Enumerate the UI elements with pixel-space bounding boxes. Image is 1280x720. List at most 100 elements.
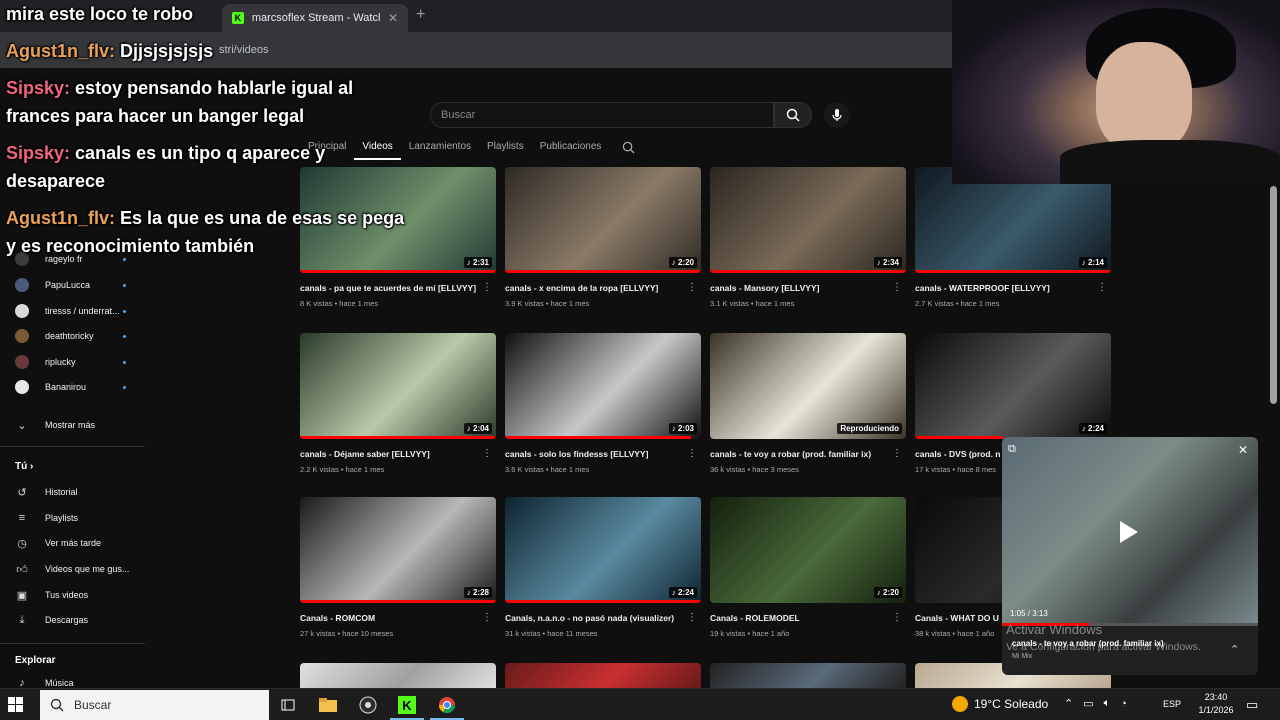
miniplayer-subtitle: Mi Mix — [1012, 653, 1033, 660]
more-options-icon[interactable]: ⋮ — [892, 282, 902, 293]
video-title[interactable]: Canals - ROMCOM — [300, 613, 480, 623]
more-options-icon[interactable]: ⋮ — [687, 282, 697, 293]
chevron-up-icon[interactable]: ⌃ — [1230, 643, 1239, 656]
tab-lanzamientos[interactable]: Lanzamientos — [401, 140, 479, 160]
play-icon[interactable] — [1120, 521, 1138, 543]
video-thumbnail[interactable] — [710, 663, 906, 688]
file-explorer-icon[interactable] — [316, 693, 340, 717]
search-input[interactable]: Buscar — [430, 102, 774, 128]
video-thumbnail[interactable]: ♪ 2:24 — [915, 333, 1111, 439]
taskbar-search[interactable]: Buscar — [40, 690, 269, 720]
video-card[interactable] — [505, 663, 701, 688]
section-you[interactable]: Tú › — [15, 461, 33, 472]
channel-tabs: Principal Videos Lanzamientos Playlists Publ… — [300, 140, 609, 160]
task-view-icon[interactable] — [276, 693, 300, 717]
more-options-icon[interactable]: ⋮ — [892, 612, 902, 623]
video-card[interactable]: ♪ 2:20 Canals - ROLEMODEL 19 k vistas • ha… — [710, 497, 906, 647]
obs-icon[interactable] — [356, 693, 380, 717]
more-options-icon[interactable]: ⋮ — [1097, 282, 1107, 293]
video-title[interactable]: canals - te voy a robar (prod. familiar … — [710, 449, 890, 459]
sidebar-item-deathtoricky[interactable]: deathtoricky — [0, 324, 150, 348]
video-card[interactable] — [710, 663, 906, 688]
video-card[interactable]: Reproduciendo canals - te voy a robar (pr… — [710, 333, 906, 483]
sidebar-item-tiresss-underrat-[interactable]: tiresss / underrat... — [0, 299, 150, 323]
video-card[interactable]: ♪ 2:04 canals - Déjame saber [ELLVYY] 2.2 … — [300, 333, 496, 483]
sidebar-item-ver-m-s-tarde[interactable]: ◷ Ver más tarde — [0, 531, 150, 555]
video-card[interactable]: ♪ 2:20 canals - x encima de la ropa [ELLV… — [505, 167, 701, 317]
sidebar-item-riplucky[interactable]: riplucky — [0, 350, 150, 374]
sidebar-item-videos-que-me-gus-[interactable]: 👍︎ Videos que me gus... — [0, 557, 150, 581]
more-options-icon[interactable]: ⋮ — [687, 448, 697, 459]
more-options-icon[interactable]: ⋮ — [892, 448, 902, 459]
tab-playlists[interactable]: Playlists — [479, 140, 532, 160]
video-title[interactable]: canals - Déjame saber [ELLVYY] — [300, 449, 480, 459]
sidebar-item-tus-videos[interactable]: ▣ Tus videos — [0, 583, 150, 607]
video-thumbnail[interactable]: ♪ 2:03 — [505, 333, 701, 439]
video-title[interactable]: canals - Mansory [ELLVYY] — [710, 283, 890, 293]
video-card[interactable]: ♪ 2:14 canals - WATERPROOF [ELLVYY] 2.7 K … — [915, 167, 1111, 317]
tab-videos[interactable]: Videos — [354, 140, 401, 160]
tab-publicaciones[interactable]: Publicaciones — [532, 140, 610, 160]
sidebar-item-descargas[interactable]: ⤓ Descargas — [0, 608, 150, 632]
video-thumbnail[interactable]: Reproduciendo — [710, 333, 906, 439]
video-title[interactable]: canals - x encima de la ropa [ELLVYY] — [505, 283, 685, 293]
close-icon[interactable]: ✕ — [1238, 443, 1248, 457]
video-card[interactable]: ♪ 2:31 canals - pa que te acuerdes de mí … — [300, 167, 496, 317]
more-options-icon[interactable]: ⋮ — [687, 612, 697, 623]
more-options-icon[interactable]: ⋮ — [482, 448, 492, 459]
scrollbar-thumb[interactable] — [1270, 186, 1277, 404]
cast-icon[interactable]: ⧉ — [1008, 443, 1016, 456]
video-thumbnail[interactable] — [505, 663, 701, 688]
chat-message: Sipsky: estoy pensando hablarle igual al — [6, 78, 353, 99]
video-card[interactable] — [300, 663, 496, 688]
duration-badge: ♪ 2:20 — [668, 257, 697, 268]
video-thumbnail[interactable]: ♪ 2:20 — [710, 497, 906, 603]
sidebar-item-bananirou[interactable]: Bananirou — [0, 375, 150, 399]
search-button[interactable] — [774, 102, 812, 128]
duration-badge: ♪ 2:34 — [873, 257, 902, 268]
voice-search-button[interactable] — [824, 102, 850, 128]
video-thumbnail[interactable]: ♪ 2:24 — [505, 497, 701, 603]
video-thumbnail[interactable] — [300, 663, 496, 688]
miniplayer[interactable]: ⧉ ✕ 1:05 / 3:13 canals - te voy a robar … — [1002, 437, 1258, 675]
video-title[interactable]: canals - WATERPROOF [ELLVYY] — [915, 283, 1095, 293]
language-indicator[interactable]: ESP — [1163, 699, 1181, 709]
video-thumbnail[interactable]: ♪ 2:20 — [505, 167, 701, 273]
video-card[interactable]: ♪ 2:34 canals - Mansory [ELLVYY] 3.1 K vis… — [710, 167, 906, 317]
network-icon[interactable]: ▭ — [1083, 697, 1093, 710]
chevron-up-icon[interactable]: ⌃ — [1064, 697, 1073, 710]
kick-app-icon[interactable]: K — [395, 693, 419, 717]
sidebar-item-historial[interactable]: ↺ Historial — [0, 480, 150, 504]
video-meta: 2.7 K vistas • hace 1 mes — [915, 299, 1000, 308]
video-card[interactable]: ♪ 2:24 Canals, n.a.n.o - no pasó nada (vi… — [505, 497, 701, 647]
show-more-button[interactable]: ⌄ Mostrar más — [0, 413, 150, 437]
close-icon[interactable]: ✕ — [388, 11, 398, 25]
video-thumbnail[interactable]: ♪ 2:34 — [710, 167, 906, 273]
start-button[interactable] — [8, 697, 23, 717]
video-title[interactable]: Canals, n.a.n.o - no pasó nada (visualiz… — [505, 613, 685, 623]
video-title[interactable]: Canals - ROLEMODEL — [710, 613, 890, 623]
more-options-icon[interactable]: ⋮ — [482, 612, 492, 623]
volume-icon[interactable]: 🔈︎ — [1104, 697, 1111, 710]
sidebar-item-playlists[interactable]: ≡ Playlists — [0, 506, 150, 530]
notification-icon[interactable]: ▭ — [1246, 697, 1258, 713]
video-title[interactable]: canals - solo los findesss [ELLVYY] — [505, 449, 685, 459]
more-options-icon[interactable]: ⋮ — [482, 282, 492, 293]
wifi-icon[interactable]: ◔ — [1120, 698, 1127, 710]
video-thumbnail[interactable]: ♪ 2:04 — [300, 333, 496, 439]
sidebar-item-label: PapuLucca — [45, 280, 91, 290]
search-icon — [50, 698, 64, 712]
channel-search-button[interactable] — [622, 141, 635, 159]
chrome-icon[interactable] — [435, 693, 459, 717]
browser-tab-kick[interactable]: K marcsoflex Stream - Watch Live ✕ — [222, 4, 408, 32]
sidebar-item-papulucca[interactable]: PapuLucca — [0, 273, 150, 297]
video-title[interactable]: canals - pa que te acuerdes de mí [ELLVY… — [300, 283, 480, 293]
clock[interactable]: 23:40 1/1/2026 — [1196, 691, 1236, 717]
video-card[interactable]: ♪ 2:28 Canals - ROMCOM 27 k vistas • hace … — [300, 497, 496, 647]
weather-widget[interactable]: 19°C Soleado — [952, 696, 1048, 712]
new-tab-icon[interactable]: + — [416, 6, 425, 24]
video-thumbnail[interactable]: ♪ 2:28 — [300, 497, 496, 603]
section-explore: Explorar — [15, 655, 56, 666]
video-meta: 19 k vistas • hace 1 año — [710, 629, 790, 638]
video-card[interactable]: ♪ 2:03 canals - solo los findesss [ELLVYY… — [505, 333, 701, 483]
